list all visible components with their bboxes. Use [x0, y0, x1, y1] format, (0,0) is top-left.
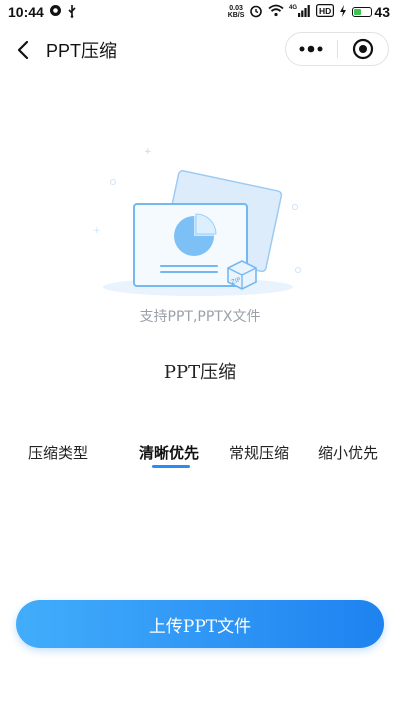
wifi-icon — [268, 4, 285, 20]
battery-level: 43 — [374, 4, 390, 20]
option-clarity-first[interactable]: 清晰优先 — [139, 442, 199, 463]
more-button[interactable] — [286, 33, 337, 65]
battery-indicator: 43 — [352, 4, 390, 20]
signal-icon: 4G — [289, 4, 311, 20]
upload-ppt-button[interactable]: 上传PPT文件 — [16, 600, 384, 648]
feature-title: PPT压缩 — [163, 362, 237, 383]
hd-icon: HD — [316, 4, 335, 20]
svg-text:+: + — [144, 147, 152, 157]
compression-type-label: 压缩类型 — [28, 444, 89, 462]
option-standard-compression[interactable]: 常规压缩 — [229, 442, 289, 463]
more-dots-icon — [299, 45, 323, 53]
ppt-file-illustration: + + ZIP — [90, 140, 310, 305]
mini-program-capsule — [285, 32, 389, 66]
chevron-left-icon — [17, 40, 29, 60]
battery-fill — [354, 9, 361, 15]
nav-bar: PPT压缩 — [0, 24, 400, 76]
charging-icon — [339, 4, 347, 20]
compression-type-selector: 压缩类型 清晰优先 常规压缩 缩小优先 — [0, 438, 400, 478]
status-right: 0.03 KB/S 4G HD 43 — [228, 4, 390, 21]
network-speed-unit: KB/S — [227, 12, 245, 19]
battery-icon — [352, 7, 373, 17]
selected-option-underline — [152, 465, 190, 468]
close-mini-program-button[interactable] — [338, 33, 389, 65]
target-circle-icon — [352, 38, 373, 60]
alarm-icon — [249, 4, 263, 21]
page-title: PPT压缩 — [46, 41, 118, 61]
network-speed-value: 0.03 — [229, 5, 243, 12]
network-speed: 0.03 KB/S — [228, 5, 245, 19]
svg-text:HD: HD — [319, 6, 331, 16]
file-illustration-graphic: + + ZIP — [93, 147, 301, 296]
status-time: 10:44 — [8, 4, 44, 20]
svg-text:4G: 4G — [289, 5, 297, 11]
back-button[interactable] — [2, 24, 44, 76]
status-left: 10:44 — [8, 4, 77, 21]
option-size-first[interactable]: 缩小优先 — [318, 442, 378, 463]
status-bar: 10:44 0.03 KB/S 4G HD 43 — [0, 0, 400, 24]
usb-icon — [67, 4, 77, 21]
supported-formats-text: 支持PPT,PPTX文件 — [139, 309, 261, 325]
svg-text:+: + — [93, 226, 101, 236]
app-notification-icon — [49, 4, 62, 20]
